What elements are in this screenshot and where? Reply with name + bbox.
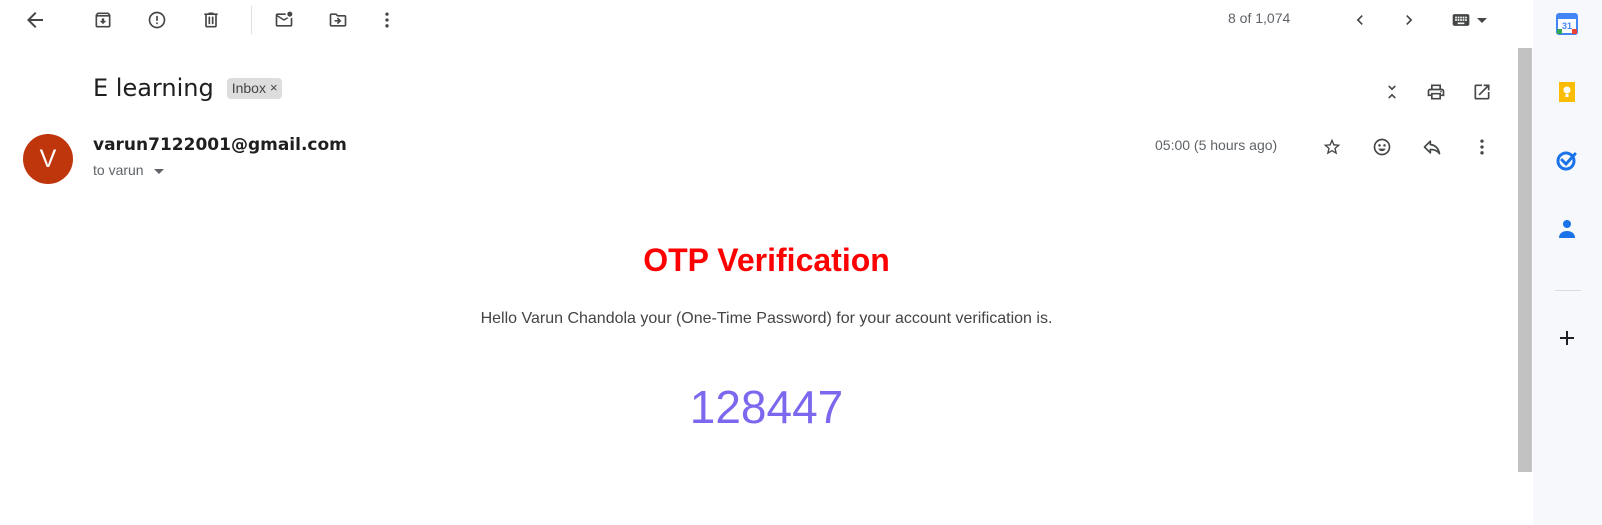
inbox-label-chip[interactable]: Inbox × bbox=[226, 77, 282, 99]
add-icon[interactable] bbox=[1547, 318, 1587, 358]
report-spam-icon[interactable] bbox=[137, 0, 177, 40]
toolbar-divider bbox=[251, 6, 252, 34]
back-arrow-icon[interactable] bbox=[15, 0, 55, 40]
calendar-icon[interactable]: 31 bbox=[1547, 4, 1587, 44]
label-text: Inbox bbox=[231, 79, 266, 96]
add-reaction-emoji-icon[interactable] bbox=[1362, 127, 1402, 167]
input-tools-keyboard-icon[interactable] bbox=[1440, 0, 1496, 40]
archive-icon[interactable] bbox=[83, 0, 123, 40]
email-subject: E learning bbox=[93, 74, 214, 102]
subject-row: E learning Inbox × bbox=[93, 74, 282, 102]
otp-code: 128447 bbox=[689, 381, 844, 433]
collapse-all-icon[interactable] bbox=[1372, 72, 1412, 112]
recipient-details[interactable]: to varun bbox=[93, 162, 164, 178]
svg-text:31: 31 bbox=[1562, 21, 1572, 31]
delete-icon[interactable] bbox=[191, 0, 231, 40]
recipient-text: to varun bbox=[93, 162, 144, 178]
print-icon[interactable] bbox=[1416, 72, 1456, 112]
newer-chevron-left-icon[interactable] bbox=[1340, 0, 1380, 40]
message-count: 8 of 1,074 bbox=[1228, 10, 1291, 26]
email-timestamp: 05:00 (5 hours ago) bbox=[1155, 137, 1278, 153]
remove-label-close-icon[interactable]: × bbox=[270, 80, 278, 95]
mark-unread-icon[interactable] bbox=[264, 0, 304, 40]
open-in-new-window-icon[interactable] bbox=[1462, 72, 1502, 112]
mail-view: 8 of 1,074 E learning Inbox × V varun712… bbox=[0, 0, 1533, 525]
side-panel: 31 bbox=[1533, 0, 1602, 525]
sender-email[interactable]: varun7122001@gmail.com bbox=[93, 135, 347, 155]
sender-avatar[interactable]: V bbox=[23, 134, 73, 184]
side-panel-divider bbox=[1555, 290, 1581, 291]
tasks-icon[interactable] bbox=[1547, 140, 1587, 180]
keep-icon[interactable] bbox=[1547, 72, 1587, 112]
move-to-icon[interactable] bbox=[318, 0, 358, 40]
show-details-caret-icon[interactable] bbox=[153, 168, 164, 174]
reply-icon[interactable] bbox=[1412, 127, 1452, 167]
otp-title: OTP Verification bbox=[643, 242, 890, 278]
star-icon[interactable] bbox=[1312, 127, 1352, 167]
otp-message: Hello Varun Chandola your (One-Time Pass… bbox=[480, 310, 1053, 327]
more-vert-icon[interactable] bbox=[367, 0, 407, 40]
older-chevron-right-icon[interactable] bbox=[1389, 0, 1429, 40]
gmail-app: 8 of 1,074 E learning Inbox × V varun712… bbox=[0, 0, 1602, 525]
contacts-icon[interactable] bbox=[1547, 209, 1587, 249]
scrollbar-thumb[interactable] bbox=[1518, 48, 1532, 472]
message-more-vert-icon[interactable] bbox=[1462, 127, 1502, 167]
